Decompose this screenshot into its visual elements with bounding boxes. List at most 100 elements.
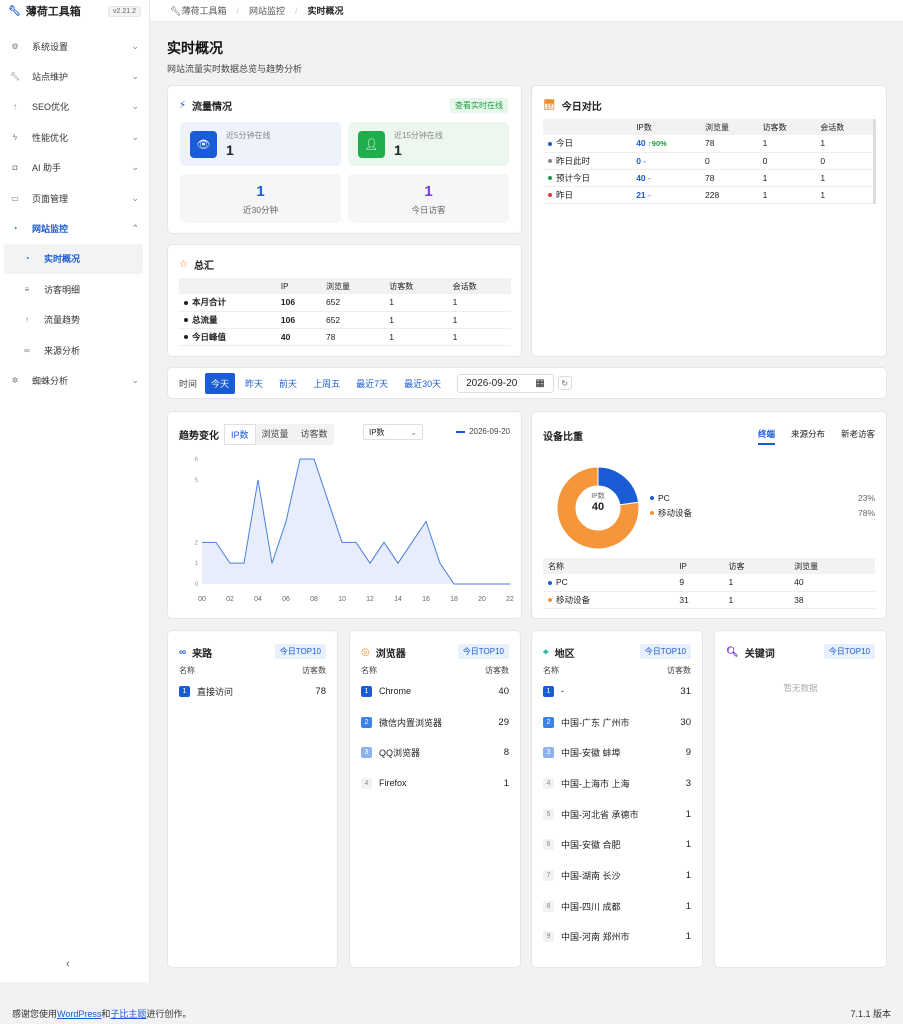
pv-cell: 78 [320, 328, 385, 346]
compare-table: IP数 浏览量 访客数 会话数 今日 40 ↑90% 78 1 1 昨日此时 0 -0 0 0 预计今日… [543, 119, 873, 204]
table-row: 预计今日 40 -78 1 1 [543, 169, 873, 187]
row-name: 移动设备 [556, 594, 591, 605]
sidebar-item[interactable]: ≡ 访客明细 [0, 274, 149, 304]
eye-icon: 👁︎ [190, 131, 217, 158]
star-icon: ☆ [179, 259, 188, 270]
col-count: 访客数 [485, 666, 509, 675]
ip-cell: 106 [275, 294, 321, 312]
row-name-cell: 昨日此时 [543, 152, 632, 170]
list-item[interactable]: 9 中国-河南 郑州市 1 [543, 922, 691, 953]
row-name: 昨日 [556, 189, 574, 200]
list-item[interactable]: 3 中国-安徽 蚌埠 9 [543, 737, 691, 768]
row-name: 今日峰值 [192, 331, 227, 342]
pv-cell: 652 [320, 294, 385, 312]
date-range-button[interactable]: 最近30天 [398, 373, 447, 394]
sidebar-item[interactable]: 🔧︎ 站点维护 ⌄ [0, 61, 149, 91]
item-name: 中国-河北省 承德市 [561, 809, 639, 820]
stat-value: 1 [424, 183, 433, 200]
list-item[interactable]: 1 Chrome 40 [361, 676, 509, 707]
list-item[interactable]: 5 中国-河北省 承德市 1 [543, 799, 691, 830]
rank-number: 1 [179, 685, 190, 697]
item-value: 40 [498, 685, 509, 697]
wordpress-link[interactable]: WordPress [57, 1009, 101, 1019]
legend-dot [650, 495, 654, 500]
sidebar-item-label: 流量趋势 [44, 315, 81, 326]
top10-tag: 今日TOP10 [823, 644, 875, 659]
page-title: 实时概况 [167, 40, 223, 56]
date-range-button[interactable]: 上周五 [307, 373, 346, 394]
list-item[interactable]: 2 微信内置浏览器 29 [361, 707, 509, 738]
device-tab[interactable]: 新老访客 [841, 428, 875, 445]
bullet-dot [184, 318, 188, 323]
top10-tag: 今日TOP10 [274, 644, 326, 659]
uv-cell: 0 [757, 152, 816, 170]
location-icon: ⌖ [543, 647, 549, 658]
uv-cell: 1 [384, 311, 448, 329]
date-range-button[interactable]: 昨天 [239, 373, 269, 394]
table-row: 本月合计 106 652 1 1 [179, 294, 511, 312]
device-dot [548, 598, 552, 603]
sidebar-menu: ⚙︎ 系统设置 ⌄ 🔧︎ 站点维护 ⌄ ↑ SEO优化 ⌄ ϟ 性能优化 ⌄ ◘ AI 助手 ⌄ ▭ 页面管理 ⌄… [0, 31, 149, 396]
stat-value: 1 [394, 142, 402, 158]
refresh-icon[interactable]: ↻ [557, 376, 572, 390]
x-tick-label: 20 [478, 596, 486, 603]
x-tick-label: 02 [226, 596, 234, 603]
sidebar-item-label: 访客明细 [44, 284, 81, 295]
sidebar-item[interactable]: ◘ AI 助手 ⌄ [0, 153, 149, 183]
column-header: 访客数 [757, 119, 816, 135]
online15-stat: 👤︎ 近15分钟在线 1 [348, 122, 509, 166]
sidebar-item[interactable]: ▭ 页面管理 ⌄ [0, 183, 149, 213]
date-range-button[interactable]: 前天 [273, 373, 303, 394]
browsers-card: ◎ 浏览器 今日TOP10 名称 访客数 1 Chrome 40 2 微信内置浏览器 29 3 QQ浏览… [349, 630, 521, 968]
calendar-icon: ▦ [535, 377, 545, 389]
rank-list: 名称 访客数 1-31 2 中国-广东 广州市 30 3 中国-安徽 蚌埠 9 4 中国-上海市 上… [543, 665, 691, 952]
list-item[interactable]: 7 中国-湖南 长沙 1 [543, 860, 691, 891]
date-picker[interactable]: 2026-09-20 ▦ [457, 373, 554, 393]
device-tab[interactable]: 终端 [757, 428, 775, 445]
list-item[interactable]: 6 中国-安徽 合肥 1 [543, 829, 691, 860]
chevron-up-icon: ⌃ [131, 223, 139, 234]
rank-number: 3 [543, 747, 554, 759]
footer-version: 7.1.1 版本 [850, 1009, 891, 1019]
device-tab[interactable]: 来源分布 [791, 428, 825, 445]
sidebar-item[interactable]: ◔ 网站监控 ⌃ [0, 213, 149, 243]
item-name: Chrome [379, 686, 412, 697]
sidebar-item[interactable]: ↑ 流量趋势 [0, 305, 149, 335]
rank-number: 5 [543, 808, 554, 820]
list-item[interactable]: 4 Firefox 1 [361, 768, 509, 799]
view-realtime-link[interactable]: 查看实时在线 [450, 98, 508, 113]
list-item[interactable]: 3 QQ浏览器 8 [361, 737, 509, 768]
sidebar-item[interactable]: ✲ 蜘蛛分析 ⌄ [0, 365, 149, 395]
sidebar-item[interactable]: ◔ 实时概况 [4, 243, 143, 275]
list-item[interactable]: 4 中国-上海市 上海 3 [543, 768, 691, 799]
breadcrumb-item[interactable]: 🔧︎薄荷工具箱 [170, 4, 226, 17]
list-item[interactable]: 2 中国-广东 广州市 30 [543, 707, 691, 738]
sidebar-item[interactable]: ↑ SEO优化 ⌄ [0, 92, 149, 122]
column-header: 浏览量 [789, 558, 875, 574]
arrow-up-icon: ↑ [25, 315, 29, 325]
list-item[interactable]: 8 中国-四川 成都 1 [543, 891, 691, 922]
link-icon: ∞ [24, 345, 30, 355]
sess-cell: 1 [815, 186, 873, 204]
x-tick-label: 12 [366, 596, 374, 603]
sidebar-item[interactable]: ∞ 来源分析 [0, 335, 149, 365]
theme-link[interactable]: 子比主题 [110, 1007, 146, 1020]
list-item[interactable]: 1- 31 [543, 676, 691, 707]
column-header: 访客 [723, 558, 790, 574]
card-title-row: ◎ 浏览器 [361, 645, 406, 660]
table-row: PC 9 1 40 [543, 574, 875, 592]
sidebar-item[interactable]: ⚙︎ 系统设置 ⌄ [0, 31, 149, 61]
row-name: 预计今日 [556, 172, 591, 183]
breadcrumb-current: 实时概况 [307, 6, 344, 16]
breadcrumb-item[interactable]: 网站监控 [249, 4, 285, 17]
sidebar-item[interactable]: ϟ 性能优化 ⌄ [0, 122, 149, 152]
summary-table: IP 浏览量 访客数 会话数 本月合计 106 652 1 1 总流量 106 652 1 1 今日峰值 4… [179, 278, 511, 346]
date-range-button[interactable]: 今天 [205, 372, 236, 394]
row-name: 昨日此时 [556, 155, 591, 166]
list-item[interactable]: 1 直接访问 78 [179, 676, 326, 707]
chevron-left-icon[interactable]: ‹ [66, 958, 70, 970]
column-header: 名称 [543, 558, 675, 574]
date-range-button[interactable]: 最近7天 [350, 373, 394, 394]
uv-cell: 1 [757, 169, 816, 187]
rank-header: 名称 访客数 [361, 665, 509, 676]
